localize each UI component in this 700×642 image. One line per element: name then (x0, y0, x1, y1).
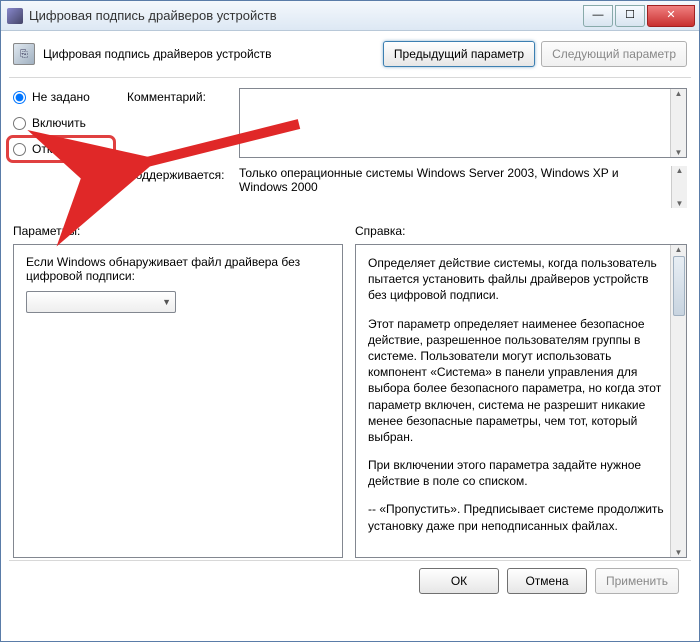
content-area: ⎘ Цифровая подпись драйверов устройств П… (1, 31, 699, 641)
scroll-up-icon: ▲ (675, 89, 683, 98)
minimize-icon: — (593, 10, 604, 21)
supported-label: Поддерживается: (127, 166, 231, 208)
fields: Комментарий: ▲▼ Поддерживается: Только о… (127, 88, 687, 208)
radio-not-configured-input[interactable] (13, 91, 26, 104)
cancel-button[interactable]: Отмена (507, 568, 587, 594)
footer: ОК Отмена Применить (9, 560, 691, 600)
maximize-button[interactable]: ☐ (615, 5, 645, 27)
radio-enabled[interactable]: Включить (13, 116, 109, 130)
help-heading: Справка: (355, 224, 687, 238)
comment-scrollbar[interactable]: ▲▼ (670, 89, 686, 157)
dialog-window: Цифровая подпись драйверов устройств — ☐… (0, 0, 700, 642)
help-panel: Определяет действие системы, когда польз… (355, 244, 687, 558)
supported-text: Только операционные системы Windows Serv… (239, 166, 687, 208)
help-p5: -- «Предупредить». Уведомляет пользовате… (368, 546, 664, 547)
nav-buttons: Предыдущий параметр Следующий параметр (383, 41, 687, 67)
help-text: Определяет действие системы, когда польз… (368, 255, 664, 547)
comment-textarea[interactable]: ▲▼ (239, 88, 687, 158)
comment-label: Комментарий: (127, 88, 231, 158)
ok-button[interactable]: ОК (419, 568, 499, 594)
scroll-up-icon: ▲ (676, 166, 684, 175)
scroll-down-icon: ▼ (675, 148, 683, 157)
maximize-icon: ☐ (625, 10, 635, 21)
comment-row: Комментарий: ▲▼ (127, 88, 687, 158)
scroll-down-icon: ▼ (675, 548, 683, 557)
minimize-button[interactable]: — (583, 5, 613, 27)
radio-not-configured[interactable]: Не задано (13, 90, 109, 104)
options-panel: Если Windows обнаруживает файл драйвера … (13, 244, 343, 558)
close-button[interactable]: ✕ (647, 5, 695, 27)
options-heading: Параметры: (13, 224, 343, 238)
window-title: Цифровая подпись драйверов устройств (29, 8, 581, 23)
scroll-up-icon: ▲ (675, 245, 683, 254)
scroll-down-icon: ▼ (676, 199, 684, 208)
header-row: ⎘ Цифровая подпись драйверов устройств П… (9, 37, 691, 78)
help-p2: Этот параметр определяет наименее безопа… (368, 316, 664, 446)
option-combobox[interactable]: ▼ (26, 291, 176, 313)
supported-row: Поддерживается: Только операционные сист… (127, 166, 687, 208)
split-labels: Параметры: Справка: (9, 214, 691, 242)
radio-not-configured-label: Не задано (32, 90, 90, 104)
state-radios: Не задано Включить Отключить (13, 88, 109, 208)
radio-disabled-input[interactable] (13, 143, 26, 156)
policy-icon: ⎘ (13, 43, 35, 65)
radio-enabled-input[interactable] (13, 117, 26, 130)
close-icon: ✕ (666, 10, 675, 21)
next-setting-button[interactable]: Следующий параметр (541, 41, 687, 67)
radio-disabled-label: Отключить (32, 142, 93, 156)
help-p4: -- «Пропустить». Предписывает системе пр… (368, 501, 664, 533)
scroll-thumb[interactable] (673, 256, 685, 316)
supported-value: Только операционные системы Windows Serv… (239, 166, 619, 194)
app-icon (7, 8, 23, 24)
help-scrollbar[interactable]: ▲ ▼ (670, 245, 686, 557)
help-p3: При включении этого параметра задайте ну… (368, 457, 664, 489)
window-controls: — ☐ ✕ (581, 5, 695, 27)
config-row: Не задано Включить Отключить Комментарий… (9, 78, 691, 214)
panels: Если Windows обнаруживает файл драйвера … (9, 242, 691, 560)
radio-disabled[interactable]: Отключить (11, 140, 111, 158)
supported-scrollbar[interactable]: ▲▼ (671, 166, 687, 208)
apply-button[interactable]: Применить (595, 568, 679, 594)
prev-setting-button[interactable]: Предыдущий параметр (383, 41, 535, 67)
option-label: Если Windows обнаруживает файл драйвера … (26, 255, 330, 283)
help-p1: Определяет действие системы, когда польз… (368, 255, 664, 304)
policy-title: Цифровая подпись драйверов устройств (43, 47, 383, 61)
titlebar: Цифровая подпись драйверов устройств — ☐… (1, 1, 699, 31)
radio-enabled-label: Включить (32, 116, 86, 130)
chevron-down-icon: ▼ (162, 297, 171, 307)
